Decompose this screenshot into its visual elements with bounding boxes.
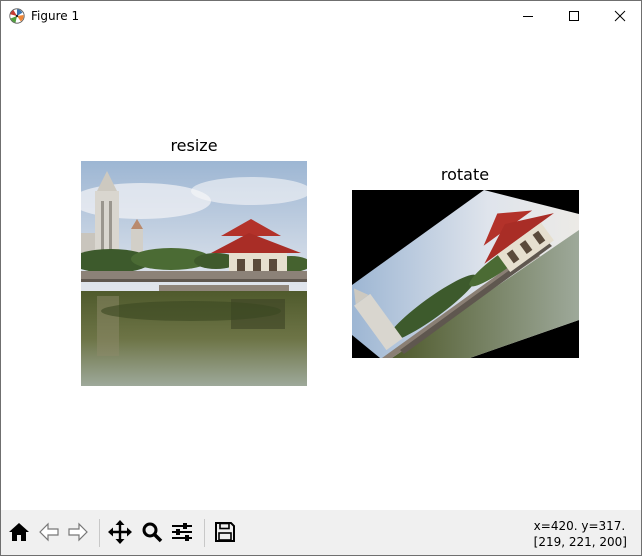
subplot-title-rotate: rotate: [440, 165, 490, 184]
maximize-icon: [569, 11, 579, 21]
close-icon: [614, 10, 626, 22]
floppy-disk-icon: [215, 522, 235, 542]
rotated-photo-image[interactable]: [352, 190, 579, 358]
figure-window: Figure 1 resize rotate x=420. y=317. [21…: [0, 0, 642, 556]
resized-photo-image[interactable]: [81, 161, 307, 386]
toolbar-separator: [99, 519, 100, 547]
cursor-coordinates-readout: x=420. y=317. [219, 221, 200]: [534, 518, 627, 550]
forward-arrow-icon: [68, 522, 88, 542]
magnifier-icon: [142, 522, 163, 543]
close-button[interactable]: [597, 1, 641, 31]
cursor-position-text: x=420. y=317.: [533, 519, 626, 533]
title-bar[interactable]: Figure 1: [1, 1, 641, 32]
sliders-icon: [172, 523, 192, 541]
pixel-value-text: [219, 221, 200]: [533, 535, 627, 549]
back-button[interactable]: [36, 519, 62, 545]
back-arrow-icon: [39, 522, 59, 542]
move-arrows-icon: [108, 520, 132, 544]
zoom-button[interactable]: [139, 519, 165, 545]
configure-subplots-button[interactable]: [169, 519, 195, 545]
maximize-button[interactable]: [551, 1, 597, 31]
figure-canvas[interactable]: resize rotate: [1, 32, 641, 510]
toolbar-separator: [204, 519, 205, 547]
matplotlib-logo-icon: [9, 8, 25, 24]
minimize-button[interactable]: [505, 1, 551, 31]
subplot-title-resize: resize: [170, 136, 218, 155]
home-icon: [9, 523, 29, 541]
pan-button[interactable]: [107, 519, 133, 545]
window-title: Figure 1: [31, 9, 80, 23]
save-button[interactable]: [212, 519, 238, 545]
home-button[interactable]: [6, 519, 32, 545]
minimize-icon: [523, 16, 533, 17]
navigation-toolbar: x=420. y=317. [219, 221, 200]: [1, 510, 641, 555]
forward-button[interactable]: [65, 519, 91, 545]
